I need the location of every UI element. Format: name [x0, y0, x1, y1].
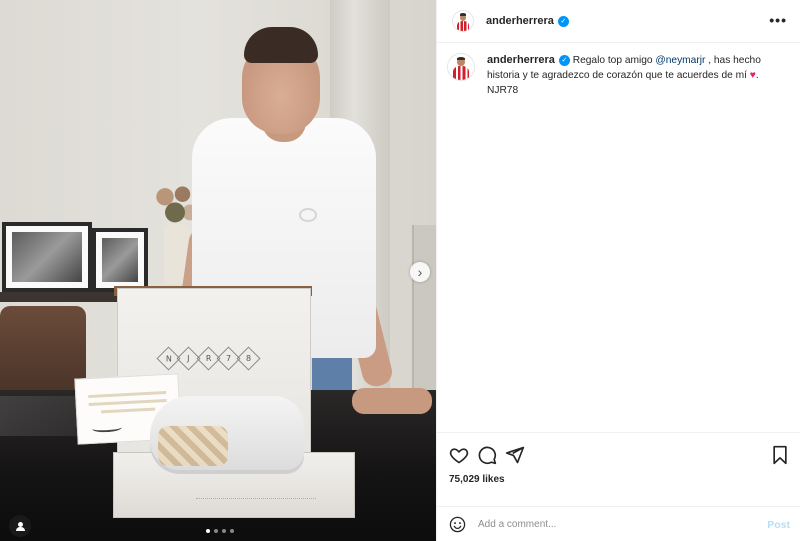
- card-line: [88, 398, 167, 407]
- photo-frame-left: [2, 222, 92, 292]
- post-header: anderherrera ✓ •••: [437, 0, 800, 43]
- photo-box-base-text: [196, 498, 316, 504]
- card-signature: [91, 423, 123, 433]
- comment-icon[interactable]: [477, 445, 497, 465]
- chevron-right-icon[interactable]: ›: [410, 262, 430, 282]
- carousel-dot: [214, 529, 218, 533]
- post-actions: [437, 432, 800, 504]
- post-dialog: N J R 7 8 › anderherrera ✓ ••• anderherr…: [0, 0, 800, 541]
- box-code-char: R: [205, 354, 212, 363]
- red-heart-emoji: ♥: [749, 70, 756, 81]
- box-code-char: 8: [245, 354, 252, 363]
- box-code-char: J: [187, 353, 190, 363]
- likes-count[interactable]: 75,029 likes: [449, 474, 505, 485]
- carousel-dot: [222, 529, 226, 533]
- box-code-letter: 8: [236, 346, 261, 371]
- avatar[interactable]: [452, 10, 474, 32]
- caption-text: anderherrera ✓ Regalo top amigo @neymarjr…: [487, 54, 761, 96]
- author-username[interactable]: anderherrera: [486, 15, 554, 27]
- more-options-icon[interactable]: •••: [769, 12, 787, 28]
- smiley-icon[interactable]: [449, 516, 466, 533]
- caption-tag-line: NJR78: [487, 85, 519, 96]
- box-code-char: 7: [225, 354, 232, 363]
- photo-shoe-pattern: [158, 426, 228, 466]
- box-code: N J R 7 8: [156, 346, 261, 371]
- post-caption: anderherrera ✓ Regalo top amigo @neymarjr…: [447, 53, 791, 98]
- box-code-char: N: [165, 353, 172, 363]
- verified-badge-icon: ✓: [557, 15, 569, 27]
- card-line: [88, 390, 167, 399]
- carousel-dot: [206, 529, 210, 533]
- photo-radiator: [412, 225, 436, 395]
- card-line: [101, 407, 156, 414]
- bookmark-icon[interactable]: [771, 445, 789, 465]
- send-icon[interactable]: [505, 445, 525, 465]
- post-photo[interactable]: N J R 7 8 ›: [0, 0, 436, 541]
- avatar[interactable]: [447, 53, 475, 81]
- comment-bar: Post: [437, 506, 800, 541]
- heart-icon[interactable]: [449, 445, 469, 465]
- caption-mention[interactable]: @neymarjr: [655, 55, 705, 66]
- photo-person-hair: [244, 27, 318, 63]
- caption-body: Regalo top amigo: [572, 55, 656, 66]
- post-side-panel: anderherrera ✓ ••• anderherrera ✓ Regalo …: [436, 0, 800, 541]
- photo-frame-right: [92, 228, 148, 292]
- tshirt-logo-icon: [299, 208, 317, 222]
- verified-badge-icon: ✓: [558, 54, 570, 66]
- comment-input[interactable]: [478, 518, 748, 530]
- carousel-dots: [206, 529, 234, 533]
- user-tag-icon[interactable]: [9, 515, 31, 537]
- carousel-dot: [230, 529, 234, 533]
- post-comment-button[interactable]: Post: [767, 519, 790, 531]
- caption-username[interactable]: anderherrera: [487, 54, 555, 66]
- photo-person-hand: [352, 388, 432, 414]
- photo-chair: [0, 306, 86, 392]
